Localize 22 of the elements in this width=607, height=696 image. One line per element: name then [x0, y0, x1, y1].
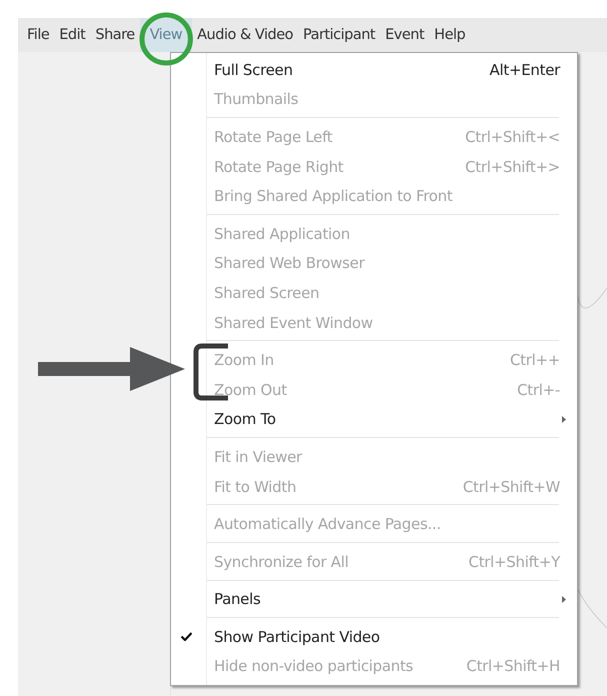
- shortcut-text: Ctrl+Shift+W: [462, 478, 560, 496]
- menu-item[interactable]: Help: [429, 18, 470, 52]
- menu-option[interactable]: Panels: [214, 590, 260, 608]
- menu-item[interactable]: Share: [90, 18, 140, 52]
- shortcut-text: Ctrl+-: [517, 380, 560, 399]
- menu-item[interactable]: Edit: [54, 18, 90, 52]
- shortcut-text: Ctrl++: [510, 351, 560, 370]
- menu-option[interactable]: Full Screen: [214, 60, 293, 79]
- menu-item[interactable]: Participant: [298, 18, 380, 52]
- shortcut-text: Ctrl+Shift+H: [466, 657, 560, 676]
- submenu-arrow-icon: [562, 416, 566, 423]
- menu-option[interactable]: Zoom To: [214, 410, 276, 428]
- menu-item[interactable]: Event: [380, 18, 430, 52]
- submenu-arrow-icon: [562, 596, 566, 603]
- shortcut-text: Ctrl+Shift+>: [465, 158, 560, 176]
- menu-item[interactable]: File: [22, 18, 54, 52]
- shortcut-text: Alt+Enter: [490, 60, 560, 79]
- highlight-circle: [139, 12, 193, 66]
- menu-item[interactable]: Audio & Video: [192, 18, 298, 52]
- shortcut-text: Ctrl+Shift+<: [465, 128, 560, 146]
- shortcut-text: Ctrl+Shift+Y: [468, 552, 560, 571]
- menu-option[interactable]: Show Participant Video: [214, 628, 380, 646]
